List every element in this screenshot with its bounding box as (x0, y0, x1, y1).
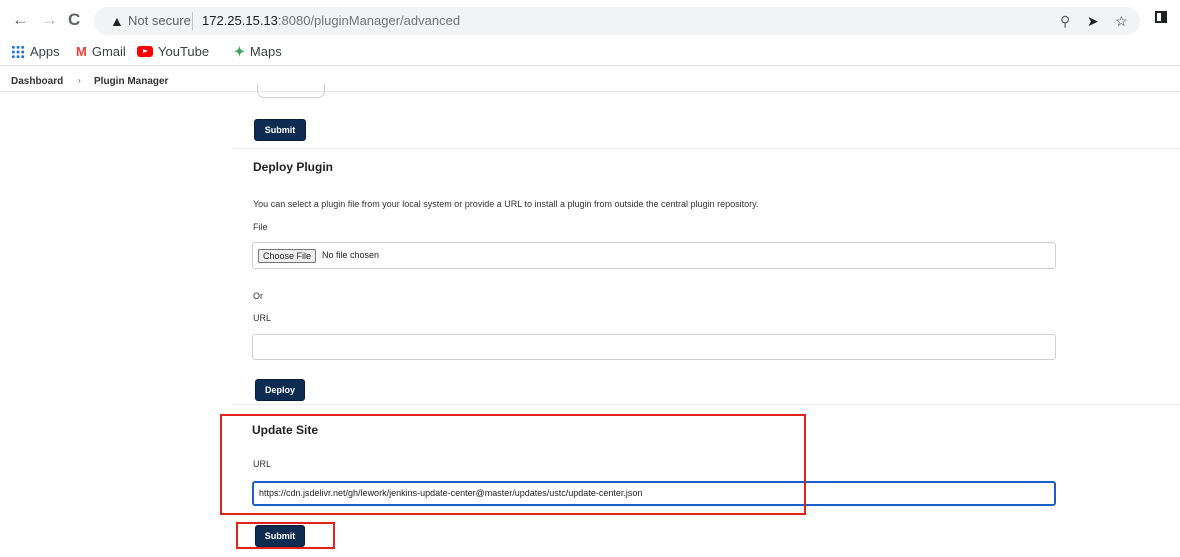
breadcrumb: Dashboard › Plugin Manager (0, 72, 1180, 92)
or-label: Or (253, 291, 263, 301)
side-panel-icon[interactable] (1155, 11, 1167, 23)
breadcrumb-separator-icon: › (78, 76, 81, 85)
update-site-url-label: URL (253, 459, 272, 469)
file-status: No file chosen (322, 250, 380, 260)
deploy-plugin-title: Deploy Plugin (253, 160, 334, 174)
bookmark-gmail-label: Gmail (91, 44, 126, 59)
url-text[interactable]: 172.25.15.13:8080/pluginManager/advanced (202, 13, 460, 29)
apps-grid-icon[interactable] (11, 45, 25, 59)
maps-icon: ✦ (234, 44, 245, 59)
choose-file-button[interactable]: Choose File (258, 249, 317, 263)
section-divider (233, 148, 1180, 149)
bookmark-youtube[interactable]: YouTube (137, 44, 209, 60)
bookmark-youtube-label: YouTube (158, 44, 210, 59)
file-label: File (253, 222, 268, 232)
zoom-icon[interactable]: ⚲ (1060, 13, 1070, 29)
deploy-plugin-description: You can select a plugin file from your l… (253, 199, 759, 209)
star-icon[interactable]: ☆ (1115, 13, 1128, 29)
breadcrumb-dashboard[interactable]: Dashboard (11, 76, 63, 87)
bookmark-maps-label: Maps (249, 44, 282, 59)
address-bar[interactable]: ▲ Not secure 172.25.15.13:8080/pluginMan… (94, 7, 1140, 35)
url-host: 172.25.15.13 (202, 13, 278, 28)
youtube-icon (137, 46, 153, 57)
bookmark-apps[interactable]: Apps (30, 44, 60, 60)
warning-icon[interactable]: ▲ (110, 13, 124, 29)
gmail-icon: M (76, 44, 87, 59)
omnibox-divider (192, 12, 193, 30)
proxy-field-remnant (257, 84, 325, 98)
url-path: :8080/pluginManager/advanced (277, 13, 461, 28)
browser-toolbar: ← → C ▲ Not secure 172.25.15.13:8080/plu… (0, 0, 1180, 40)
update-site-title: Update Site (252, 423, 319, 437)
proxy-submit-button[interactable]: Submit (254, 119, 306, 141)
section-divider (233, 404, 1180, 405)
main-content: Submit Deploy Plugin You can select a pl… (233, 84, 1180, 557)
deploy-button[interactable]: Deploy (255, 379, 305, 401)
update-site-submit-button[interactable]: Submit (255, 525, 305, 547)
reload-icon[interactable]: C (68, 10, 80, 30)
security-label[interactable]: Not secure (128, 13, 191, 29)
bookmark-gmail[interactable]: M Gmail (76, 44, 126, 60)
deploy-url-input[interactable] (252, 334, 1056, 360)
bookmarks-bar: Apps M Gmail YouTube ✦ Maps (0, 40, 1180, 66)
breadcrumb-plugin-manager[interactable]: Plugin Manager (94, 76, 168, 87)
bookmark-maps[interactable]: ✦ Maps (234, 44, 282, 60)
update-site-url-value: https://cdn.jsdelivr.net/gh/lework/jenki… (259, 488, 643, 498)
update-site-url-input[interactable]: https://cdn.jsdelivr.net/gh/lework/jenki… (252, 481, 1056, 506)
send-icon[interactable]: ➤ (1087, 13, 1099, 29)
deploy-url-label: URL (253, 313, 272, 323)
file-input[interactable]: Choose File No file chosen (252, 242, 1056, 269)
arrow-right-icon[interactable]: → (41, 10, 58, 30)
arrow-left-icon[interactable]: ← (12, 10, 29, 30)
